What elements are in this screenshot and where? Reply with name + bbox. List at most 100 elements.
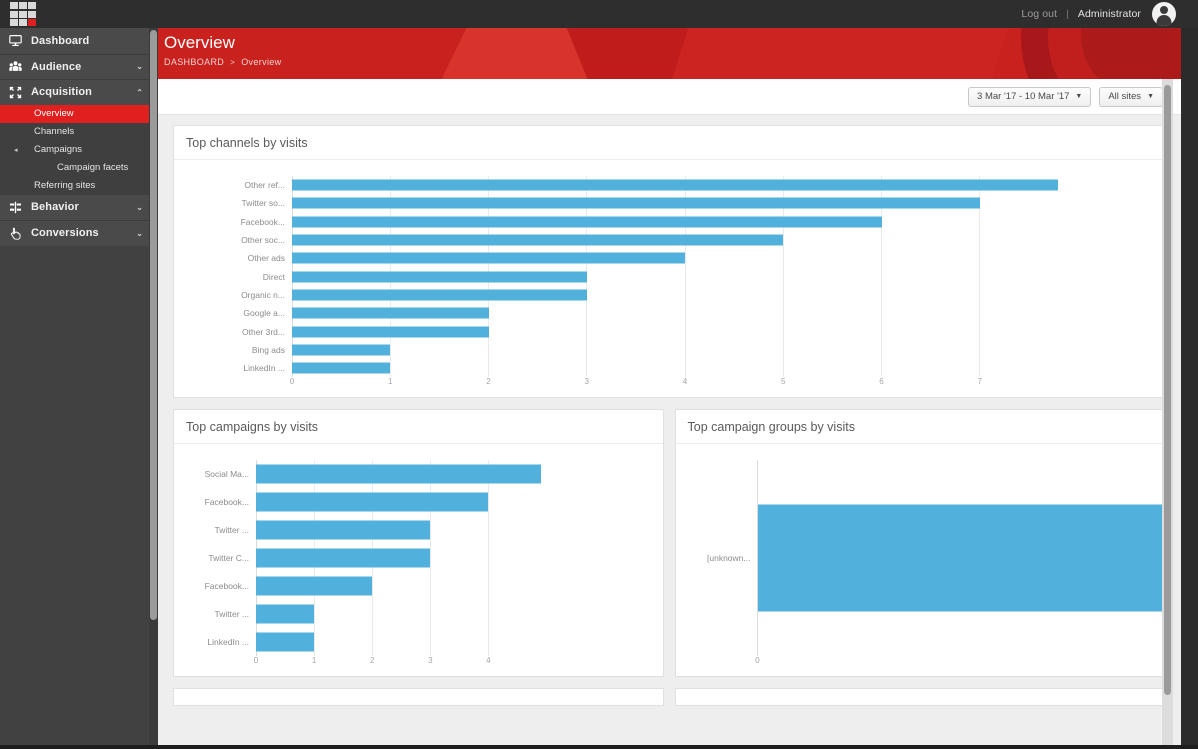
chart-x-axis: 01234 — [256, 656, 547, 672]
chart-bar[interactable] — [256, 493, 488, 512]
chart-bar-row[interactable]: LinkedIn ... — [174, 628, 547, 656]
chart-bar[interactable] — [292, 308, 489, 319]
chart-bar-row[interactable]: Bing ads — [174, 341, 1078, 359]
breadcrumb-separator: > — [230, 58, 235, 67]
chevron-down-icon: ▼ — [1075, 93, 1082, 100]
chart-bar[interactable] — [256, 605, 314, 624]
chart-bar-row[interactable]: Other ads — [174, 249, 1078, 267]
chart-bar-row[interactable]: Facebook... — [174, 488, 547, 516]
chart-bar-track — [256, 600, 547, 628]
chart-bar-row[interactable]: Twitter ... — [174, 516, 547, 544]
chart-bar-track — [256, 488, 547, 516]
sidebar-item-conversions[interactable]: Conversions⌄ — [0, 220, 157, 246]
chart-bar-track — [256, 572, 547, 600]
hand-click-icon — [9, 227, 31, 240]
caret-icon: ◂ — [14, 146, 18, 154]
sidebar-subitem-overview[interactable]: Overview — [0, 105, 157, 123]
chart-bar-row[interactable]: Facebook... — [174, 213, 1078, 231]
sidebar-subitem-channels[interactable]: Channels — [0, 123, 157, 141]
breadcrumb-item-dashboard[interactable]: DASHBOARD — [164, 57, 224, 67]
sidebar-subitem-label: Referring sites — [34, 180, 95, 191]
chart-bar-track — [292, 286, 1078, 304]
sidebar-item-dashboard[interactable]: Dashboard — [0, 28, 157, 54]
sidebar-subitem-campaign-facets[interactable]: Campaign facets — [0, 159, 157, 177]
chart-bar[interactable] — [758, 505, 1165, 612]
avatar[interactable] — [1152, 2, 1176, 26]
chart-bar[interactable] — [292, 235, 783, 246]
chart-category-label: Bing ads — [174, 345, 292, 355]
panel-header: Top campaign groups by visits — [676, 410, 1165, 444]
chart-bar[interactable] — [292, 289, 587, 300]
chart-bar[interactable] — [292, 326, 489, 337]
logo-cell — [10, 2, 18, 9]
chart-bar-row[interactable]: Social Ma... — [174, 460, 547, 488]
sidebar-item-label: Behavior — [31, 201, 136, 213]
sidebar-subitem-referring-sites[interactable]: Referring sites — [0, 177, 157, 195]
panel-placeholder — [173, 688, 664, 706]
chart-bar[interactable] — [292, 253, 685, 264]
sidebar-subitem-campaigns[interactable]: ◂Campaigns — [0, 141, 157, 159]
chart-bar-track — [292, 194, 1078, 212]
sidebar-subitem-label: Overview — [34, 108, 74, 119]
chart-bar-track — [292, 213, 1078, 231]
chart-bar[interactable] — [256, 633, 314, 652]
chevron-down-icon: ⌄ — [136, 203, 143, 212]
chart-bar-track — [292, 249, 1078, 267]
chart-bar-track — [256, 460, 547, 488]
chart-bar-row[interactable]: Google a... — [174, 304, 1078, 322]
chart-bar-row[interactable]: Other ref... — [174, 176, 1078, 194]
chart-bar-row[interactable]: Twitter so... — [174, 194, 1078, 212]
sidebar-item-audience[interactable]: Audience⌄ — [0, 54, 157, 80]
chart-bar[interactable] — [256, 549, 430, 568]
chart-bar-row[interactable]: Other 3rd... — [174, 322, 1078, 340]
current-user-label[interactable]: Administrator — [1078, 8, 1141, 20]
breadcrumb: DASHBOARD > Overview — [164, 57, 1181, 67]
chart-bar[interactable] — [292, 216, 882, 227]
chart-bar-row[interactable]: [unknown... — [676, 460, 1165, 656]
app-grid-logo[interactable] — [10, 2, 36, 26]
chart-bar[interactable] — [256, 577, 372, 596]
sidebar-subitem-label: Campaign facets — [57, 162, 128, 173]
chart-bar-row[interactable]: Twitter ... — [174, 600, 547, 628]
chart-bar[interactable] — [292, 344, 390, 355]
chart-bar-row[interactable]: LinkedIn ... — [174, 359, 1078, 377]
logout-link[interactable]: Log out — [1021, 8, 1057, 20]
chart-bar-row[interactable]: Organic n... — [174, 286, 1078, 304]
chart-bar-track — [256, 544, 547, 572]
chart-grid-container: Other ref...Twitter so...Facebook...Othe… — [174, 176, 1078, 377]
date-range-selector[interactable]: 3 Mar '17 - 10 Mar '17 ▼ — [968, 87, 1091, 107]
chart-category-label: Direct — [174, 272, 292, 282]
chart-bar-track — [758, 460, 1165, 656]
panel-header: Top campaigns by visits — [174, 410, 663, 444]
site-filter-selector[interactable]: All sites ▼ — [1099, 87, 1163, 107]
chart-bar-row[interactable]: Twitter C... — [174, 544, 547, 572]
date-range-label: 3 Mar '17 - 10 Mar '17 — [977, 91, 1069, 102]
sidebar-item-behavior[interactable]: Behavior⌄ — [0, 195, 157, 221]
chart-plot-area: Social Ma...Facebook...Twitter ...Twitte… — [174, 450, 663, 672]
chart-bar[interactable] — [292, 198, 980, 209]
sidebar-item-acquisition[interactable]: Acquisition⌃ — [0, 79, 157, 105]
chart-bar-row[interactable]: Direct — [174, 267, 1078, 285]
chart-top-campaigns-by-visits: Social Ma...Facebook...Twitter ...Twitte… — [174, 450, 663, 672]
sidebar-scrollbar-thumb[interactable] — [150, 30, 157, 620]
chart-x-tick-label: 0 — [755, 656, 759, 665]
page-header: Overview DASHBOARD > Overview — [157, 28, 1181, 79]
topbar-separator: | — [1066, 8, 1069, 20]
chart-bar-track — [292, 304, 1078, 322]
content-scrollbar-thumb[interactable] — [1164, 85, 1171, 695]
chart-bar[interactable] — [292, 271, 587, 282]
chart-bar-track — [292, 176, 1078, 194]
chart-category-label: Google a... — [174, 308, 292, 318]
chart-bar[interactable] — [256, 521, 430, 540]
panel-title: Top campaign groups by visits — [688, 420, 855, 434]
content-toolbar: 3 Mar '17 - 10 Mar '17 ▼ All sites ▼ — [157, 79, 1181, 115]
chart-bar-row[interactable]: Facebook... — [174, 572, 547, 600]
chart-x-tick-label: 0 — [254, 656, 258, 665]
chart-x-tick-label: 7 — [978, 377, 982, 386]
chart-bar-row[interactable]: Other soc... — [174, 231, 1078, 249]
chart-category-label: LinkedIn ... — [174, 363, 292, 373]
chart-bar[interactable] — [292, 180, 1058, 191]
chart-bar[interactable] — [292, 363, 390, 374]
chart-bar[interactable] — [256, 465, 541, 484]
chart-category-label: Organic n... — [174, 290, 292, 300]
